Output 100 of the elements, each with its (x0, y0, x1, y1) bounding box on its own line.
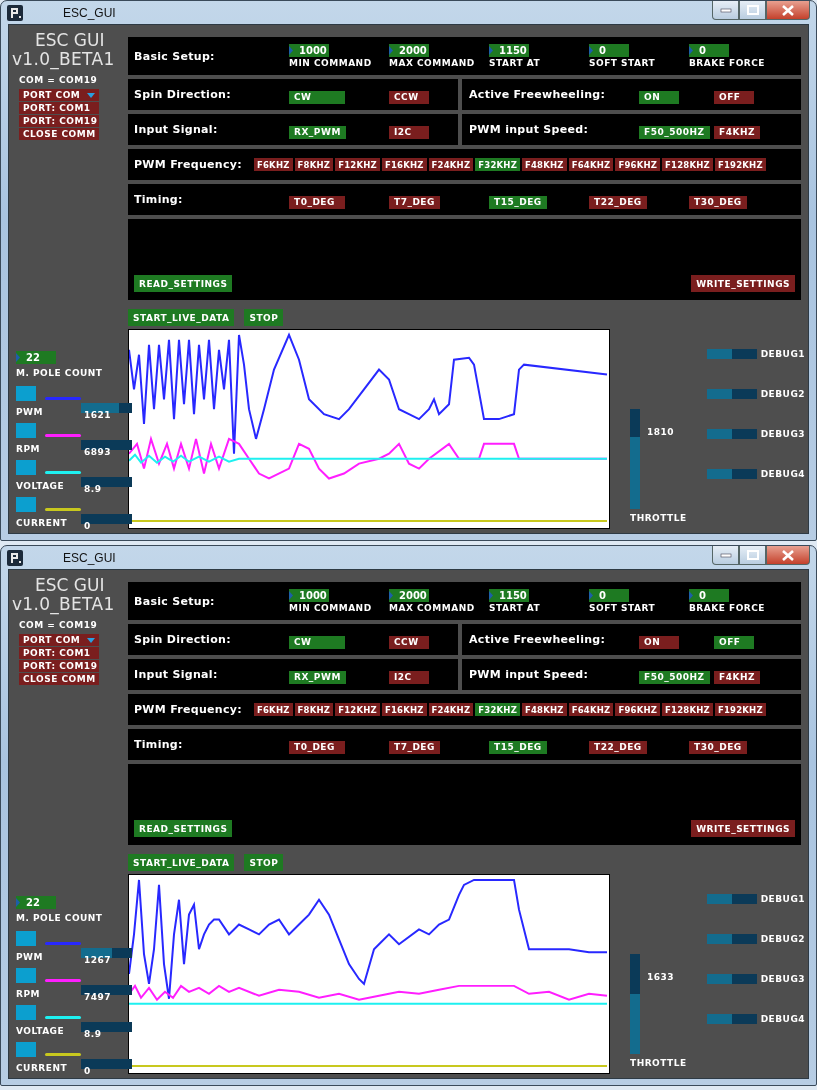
menu-item[interactable]: PORT: COM19 (19, 660, 99, 672)
close-button[interactable] (766, 546, 810, 565)
minimize-icon (719, 7, 732, 13)
number-field[interactable]: 2000 (389, 589, 429, 602)
menu-item[interactable]: PORT: COM1 (19, 647, 99, 659)
option-button[interactable]: CW (289, 90, 345, 104)
option-button[interactable]: F192KHZ (714, 158, 766, 171)
number-field[interactable]: 22 (16, 351, 56, 364)
option-button[interactable]: F12KHZ (335, 703, 380, 716)
option-button[interactable]: T30_DEG (689, 740, 747, 754)
option-button[interactable]: OFF (714, 90, 754, 104)
number-field[interactable]: 2000 (389, 44, 429, 57)
option-button[interactable]: F24KHZ (428, 703, 474, 716)
channel-toggle[interactable] (16, 423, 36, 438)
option-button[interactable]: T15_DEG (489, 195, 547, 209)
option-button[interactable]: F128KHZ (662, 158, 713, 171)
live-button[interactable]: STOP (244, 309, 284, 326)
option-button[interactable]: F8KHZ (294, 703, 334, 716)
option-button[interactable]: OFF (714, 635, 754, 649)
option-button[interactable]: T22_DEG (589, 740, 647, 754)
option-button[interactable]: T0_DEG (289, 195, 345, 209)
number-field[interactable]: 1000 (289, 44, 329, 57)
live-button[interactable]: START_LIVE_DATA (128, 854, 235, 871)
option-button[interactable]: ON (639, 90, 679, 104)
option-button[interactable]: CCW (389, 90, 429, 104)
option-button[interactable]: T7_DEG (389, 195, 440, 209)
live-button[interactable]: START_LIVE_DATA (128, 309, 235, 326)
number-field[interactable]: 0 (689, 589, 729, 602)
option-button[interactable]: I2C (389, 670, 429, 684)
option-button[interactable]: T7_DEG (389, 740, 440, 754)
live-button[interactable]: STOP (244, 854, 284, 871)
option-button[interactable]: F6KHZ (254, 158, 293, 171)
option-button[interactable]: F32KHZ (475, 158, 520, 171)
number-field[interactable]: 1150 (489, 44, 529, 57)
option-button[interactable]: F192KHZ (714, 703, 766, 716)
option-button[interactable]: F64KHZ (568, 158, 614, 171)
option-button[interactable]: F32KHZ (475, 703, 520, 716)
menu-item[interactable]: PORT: COM19 (19, 115, 99, 127)
number-field[interactable]: 22 (16, 896, 56, 909)
option-button[interactable]: I2C (389, 125, 429, 139)
menu-item[interactable]: CLOSE COMM (19, 673, 99, 685)
minimize-button[interactable] (712, 1, 739, 20)
option-button[interactable]: T22_DEG (589, 195, 647, 209)
minimize-button[interactable] (712, 546, 739, 565)
option-button[interactable]: F24KHZ (428, 158, 474, 171)
channel-toggle[interactable] (16, 1005, 36, 1020)
setting-label: Input Signal: (133, 123, 219, 136)
option-button[interactable]: F50_500HZ (639, 125, 710, 139)
channel-label: PWM (16, 407, 44, 416)
option-button[interactable]: F8KHZ (294, 158, 334, 171)
maximize-button[interactable] (739, 546, 766, 565)
option-button[interactable]: F6KHZ (254, 703, 293, 716)
channel-toggle[interactable] (16, 968, 36, 983)
port-dropdown[interactable]: PORT COM (19, 89, 99, 101)
option-button[interactable]: T30_DEG (689, 195, 747, 209)
number-field[interactable]: 1000 (289, 589, 329, 602)
option-button[interactable]: RX_PWM (289, 125, 346, 139)
channel-label: RPM (16, 989, 41, 998)
option-button[interactable]: CW (289, 635, 345, 649)
write-settings-button[interactable]: WRITE_SETTINGS (691, 820, 795, 837)
menu-item[interactable]: PORT: COM1 (19, 102, 99, 114)
option-button[interactable]: F50_500HZ (639, 670, 710, 684)
read-settings-button[interactable]: READ_SETTINGS (134, 820, 233, 837)
port-dropdown[interactable]: PORT COM (19, 634, 99, 646)
close-button[interactable] (766, 1, 810, 20)
option-button[interactable]: F4KHZ (714, 125, 760, 139)
maximize-button[interactable] (739, 1, 766, 20)
option-button[interactable]: F4KHZ (714, 670, 760, 684)
window-title: ESC_GUI (63, 5, 116, 20)
option-button[interactable]: F64KHZ (568, 703, 614, 716)
option-button[interactable]: F16KHZ (381, 703, 427, 716)
number-field[interactable]: 0 (589, 589, 629, 602)
number-field[interactable]: 0 (689, 44, 729, 57)
option-button[interactable]: F96KHZ (615, 158, 661, 171)
channel-label: VOLTAGE (16, 1026, 66, 1035)
number-field[interactable]: 1150 (489, 589, 529, 602)
option-button[interactable]: T0_DEG (289, 740, 345, 754)
option-button[interactable]: F48KHZ (522, 158, 567, 171)
option-button[interactable]: T15_DEG (489, 740, 547, 754)
number-field[interactable]: 0 (589, 44, 629, 57)
channel-toggle[interactable] (16, 460, 36, 475)
triangle-icon (16, 896, 20, 909)
field-label: SOFT START (589, 603, 657, 613)
option-button[interactable]: F128KHZ (662, 703, 713, 716)
com-status: COM = COM19 (19, 75, 99, 85)
option-button[interactable]: F12KHZ (335, 158, 380, 171)
write-settings-button[interactable]: WRITE_SETTINGS (691, 275, 795, 292)
option-button[interactable]: F48KHZ (522, 703, 567, 716)
option-button[interactable]: F16KHZ (381, 158, 427, 171)
channel-toggle[interactable] (16, 931, 36, 946)
channel-toggle[interactable] (16, 1042, 36, 1057)
channel-toggle[interactable] (16, 386, 36, 401)
option-button[interactable]: ON (639, 635, 679, 649)
option-button[interactable]: CCW (389, 635, 429, 649)
channel-toggle[interactable] (16, 497, 36, 512)
setting-label: Timing: (133, 193, 184, 206)
menu-item[interactable]: CLOSE COMM (19, 128, 99, 140)
read-settings-button[interactable]: READ_SETTINGS (134, 275, 233, 292)
option-button[interactable]: F96KHZ (615, 703, 661, 716)
option-button[interactable]: RX_PWM (289, 670, 346, 684)
